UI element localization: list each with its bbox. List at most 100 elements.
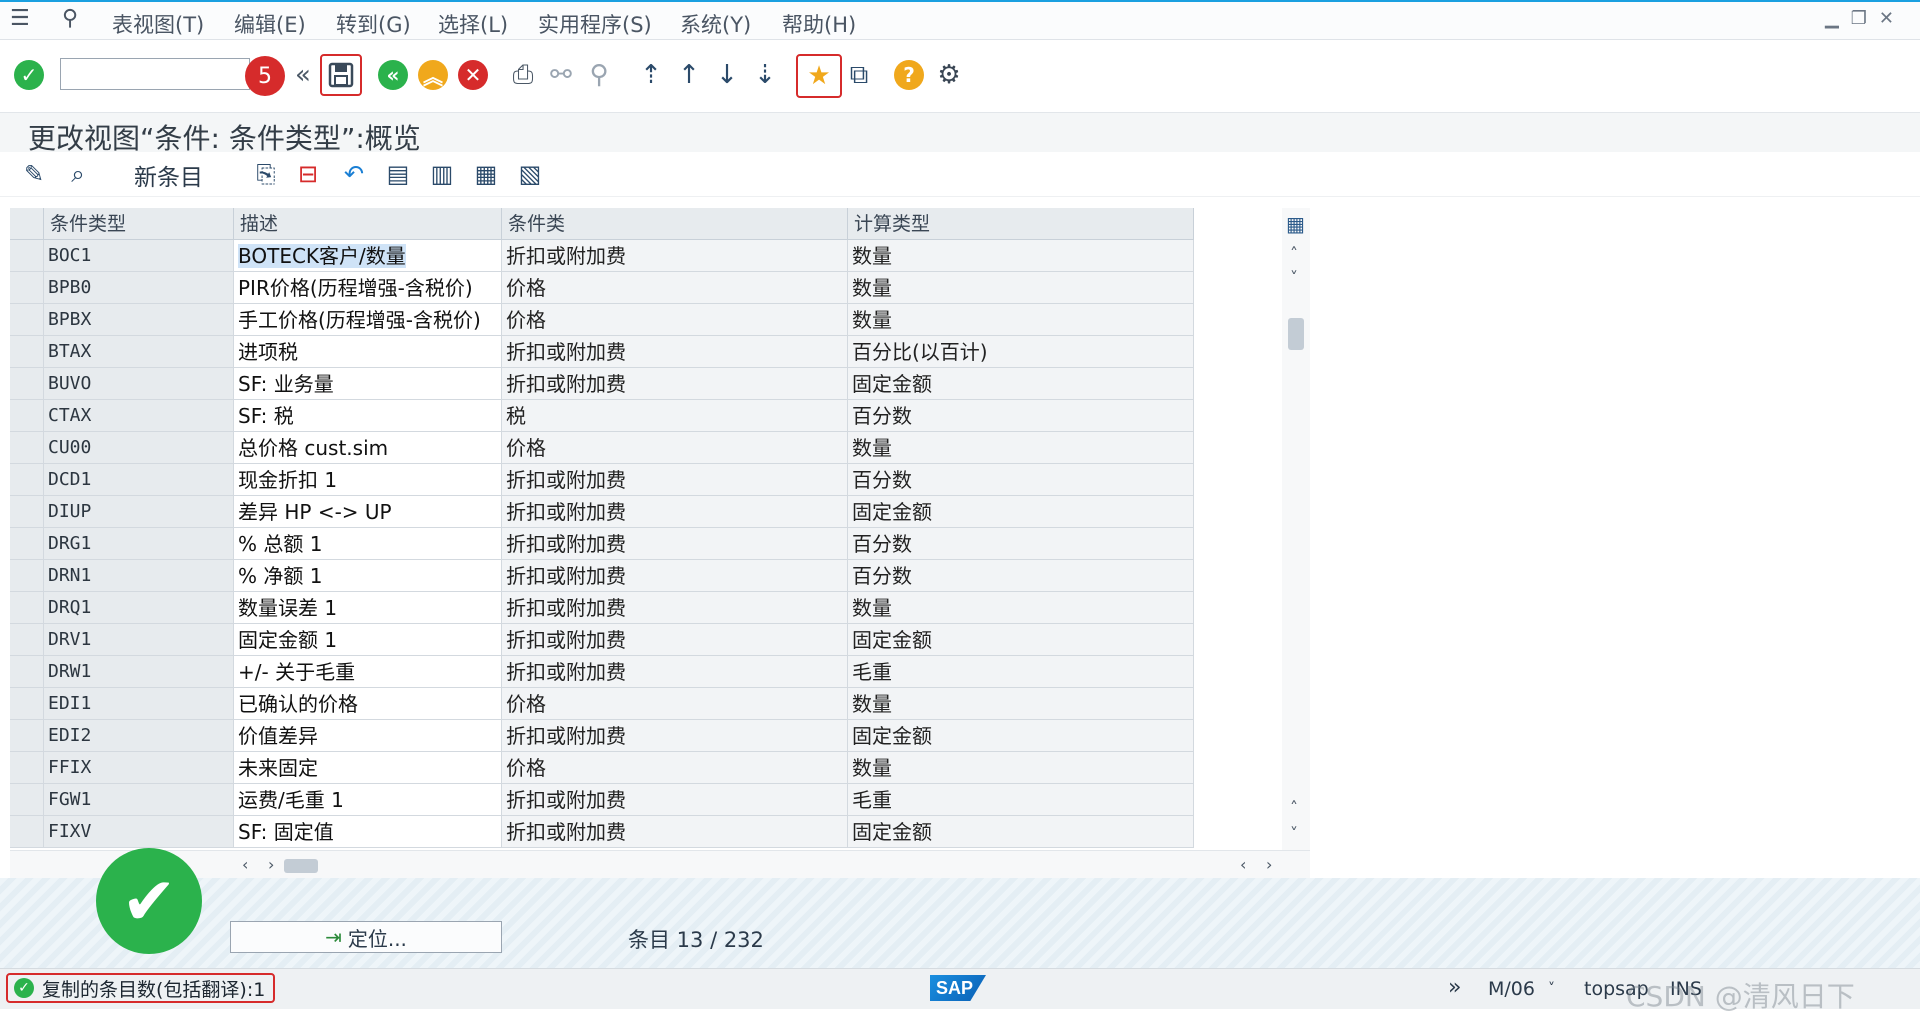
column-header-calculation-type[interactable]: 计算类型 <box>848 208 1194 240</box>
delete-icon[interactable]: ⊟ <box>292 158 324 190</box>
session-dropdown-icon[interactable]: ˅ <box>1548 981 1555 997</box>
scroll-right-icon[interactable]: › <box>268 855 274 874</box>
last-page-icon[interactable]: ⇣ <box>748 58 782 92</box>
select-all-column-header[interactable] <box>10 208 44 240</box>
cell-description[interactable]: % 总额 1 <box>234 528 502 560</box>
nav-back-icon[interactable]: « <box>376 58 410 92</box>
row-selector[interactable] <box>10 752 44 784</box>
menu-table-view[interactable]: 表视图(T) <box>112 9 204 39</box>
find-next-icon[interactable]: ⚲ <box>582 58 616 92</box>
new-entries-button[interactable]: 新条目 <box>134 158 203 192</box>
page-down-icon[interactable]: ˅ <box>1290 824 1298 843</box>
menu-edit[interactable]: 编辑(E) <box>234 9 306 39</box>
settings-icon[interactable]: ⚙ <box>932 58 966 92</box>
cell-description[interactable]: 现金折扣 1 <box>234 464 502 496</box>
scroll-thumb[interactable] <box>1288 318 1304 350</box>
menu-help[interactable]: 帮助(H) <box>782 9 856 39</box>
save-icon[interactable] <box>320 54 362 96</box>
column-config-icon[interactable]: ▦ <box>1286 212 1305 236</box>
cell-description[interactable]: 运费/毛重 1 <box>234 784 502 816</box>
exit-icon[interactable]: ︽ <box>416 58 450 92</box>
row-selector[interactable] <box>10 304 44 336</box>
row-selector[interactable] <box>10 464 44 496</box>
row-selector[interactable] <box>10 368 44 400</box>
cancel-icon[interactable]: ✕ <box>456 58 490 92</box>
column-header-condition-class[interactable]: 条件类 <box>502 208 848 240</box>
scroll-right-end-icon[interactable]: › <box>1266 855 1272 874</box>
session-info[interactable]: M/06 <box>1488 978 1535 1000</box>
row-selector[interactable] <box>10 688 44 720</box>
cell-description[interactable]: 价值差异 <box>234 720 502 752</box>
find-icon[interactable]: ⚯ <box>544 58 578 92</box>
cell-description[interactable]: SF: 税 <box>234 400 502 432</box>
column-header-description[interactable]: 描述 <box>234 208 502 240</box>
row-selector[interactable] <box>10 400 44 432</box>
scroll-up-icon[interactable]: ˄ <box>1290 244 1298 263</box>
select-all-icon[interactable]: ▤ <box>382 158 414 190</box>
row-selector[interactable] <box>10 720 44 752</box>
command-field[interactable] <box>60 58 250 90</box>
menu-selection[interactable]: 选择(L) <box>438 9 508 39</box>
row-selector[interactable] <box>10 656 44 688</box>
status-message[interactable]: ✓ 复制的条目数(包括翻译):1 <box>6 973 276 1003</box>
position-button[interactable]: ⇥ 定位... <box>230 921 502 953</box>
cell-description[interactable]: SF: 固定值 <box>234 816 502 848</box>
check-icon[interactable]: ✓ <box>12 58 46 92</box>
cell-description[interactable]: 差异 HP <-> UP <box>234 496 502 528</box>
cell-description[interactable]: SF: 业务量 <box>234 368 502 400</box>
menu-goto[interactable]: 转到(G) <box>336 9 411 39</box>
scroll-left-end-icon[interactable]: ‹ <box>1240 855 1246 874</box>
row-selector[interactable] <box>10 784 44 816</box>
menu-icon[interactable]: ☰ <box>10 6 30 31</box>
menu-system[interactable]: 系统(Y) <box>680 9 751 39</box>
cell-description[interactable]: PIR价格(历程增强-含税价) <box>234 272 502 304</box>
row-selector[interactable] <box>10 624 44 656</box>
cell-description[interactable]: 已确认的价格 <box>234 688 502 720</box>
h-scroll-thumb[interactable] <box>284 859 318 873</box>
row-selector[interactable] <box>10 816 44 848</box>
vertical-scrollbar[interactable]: ▦ ˄ ˅ ˄ ˅ <box>1282 208 1310 850</box>
print-preview-icon[interactable]: ▧ <box>514 158 546 190</box>
first-page-icon[interactable]: ⇡ <box>634 58 668 92</box>
row-selector[interactable] <box>10 496 44 528</box>
other-view-icon[interactable]: ⌕ <box>62 158 94 190</box>
cell-description[interactable]: +/- 关于毛重 <box>234 656 502 688</box>
row-selector[interactable] <box>10 592 44 624</box>
menu-utilities[interactable]: 实用程序(S) <box>538 9 652 39</box>
horizontal-scrollbar[interactable]: ‹ › ‹ › <box>10 850 1310 879</box>
create-session-icon[interactable]: ★ <box>796 54 842 98</box>
shortcut-icon[interactable]: ⧉ <box>842 58 876 92</box>
deselect-all-icon[interactable]: ▦ <box>470 158 502 190</box>
row-selector[interactable] <box>10 240 44 272</box>
row-selector[interactable] <box>10 272 44 304</box>
row-selector[interactable] <box>10 560 44 592</box>
row-selector[interactable] <box>10 336 44 368</box>
back-double-icon[interactable]: « <box>286 58 320 92</box>
cell-description[interactable]: 进项税 <box>234 336 502 368</box>
column-header-condition-type[interactable]: 条件类型 <box>44 208 234 240</box>
copy-as-icon[interactable]: ⎘ <box>250 158 282 190</box>
display-change-icon[interactable]: ✎ <box>18 158 50 190</box>
next-page-icon[interactable]: ↓ <box>710 58 744 92</box>
print-icon[interactable]: ⎙ <box>506 58 540 92</box>
cell-description[interactable]: % 净额 1 <box>234 560 502 592</box>
cell-description[interactable]: 手工价格(历程增强-含税价) <box>234 304 502 336</box>
scroll-down-icon[interactable]: ˅ <box>1290 268 1298 287</box>
cell-description[interactable]: 固定金额 1 <box>234 624 502 656</box>
undo-icon[interactable]: ↶ <box>338 158 370 190</box>
window-controls[interactable]: ▁❐✕ <box>1825 8 1906 29</box>
page-up-icon[interactable]: ˄ <box>1290 798 1298 817</box>
cell-description[interactable]: BOTECK客户/数量 <box>234 240 502 272</box>
pin-icon[interactable]: ⚲ <box>62 6 78 31</box>
cell-description[interactable]: 总价格 cust.sim <box>234 432 502 464</box>
prev-page-icon[interactable]: ↑ <box>672 58 706 92</box>
cell-description[interactable]: 数量误差 1 <box>234 592 502 624</box>
row-selector[interactable] <box>10 432 44 464</box>
help-icon[interactable]: ? <box>892 58 926 92</box>
row-selector[interactable] <box>10 528 44 560</box>
cell-description[interactable]: 未来固定 <box>234 752 502 784</box>
expand-status-icon[interactable]: » <box>1448 975 1461 1000</box>
cell-condition-type: BTAX <box>44 336 234 368</box>
scroll-left-icon[interactable]: ‹ <box>242 855 248 874</box>
select-block-icon[interactable]: ▥ <box>426 158 458 190</box>
